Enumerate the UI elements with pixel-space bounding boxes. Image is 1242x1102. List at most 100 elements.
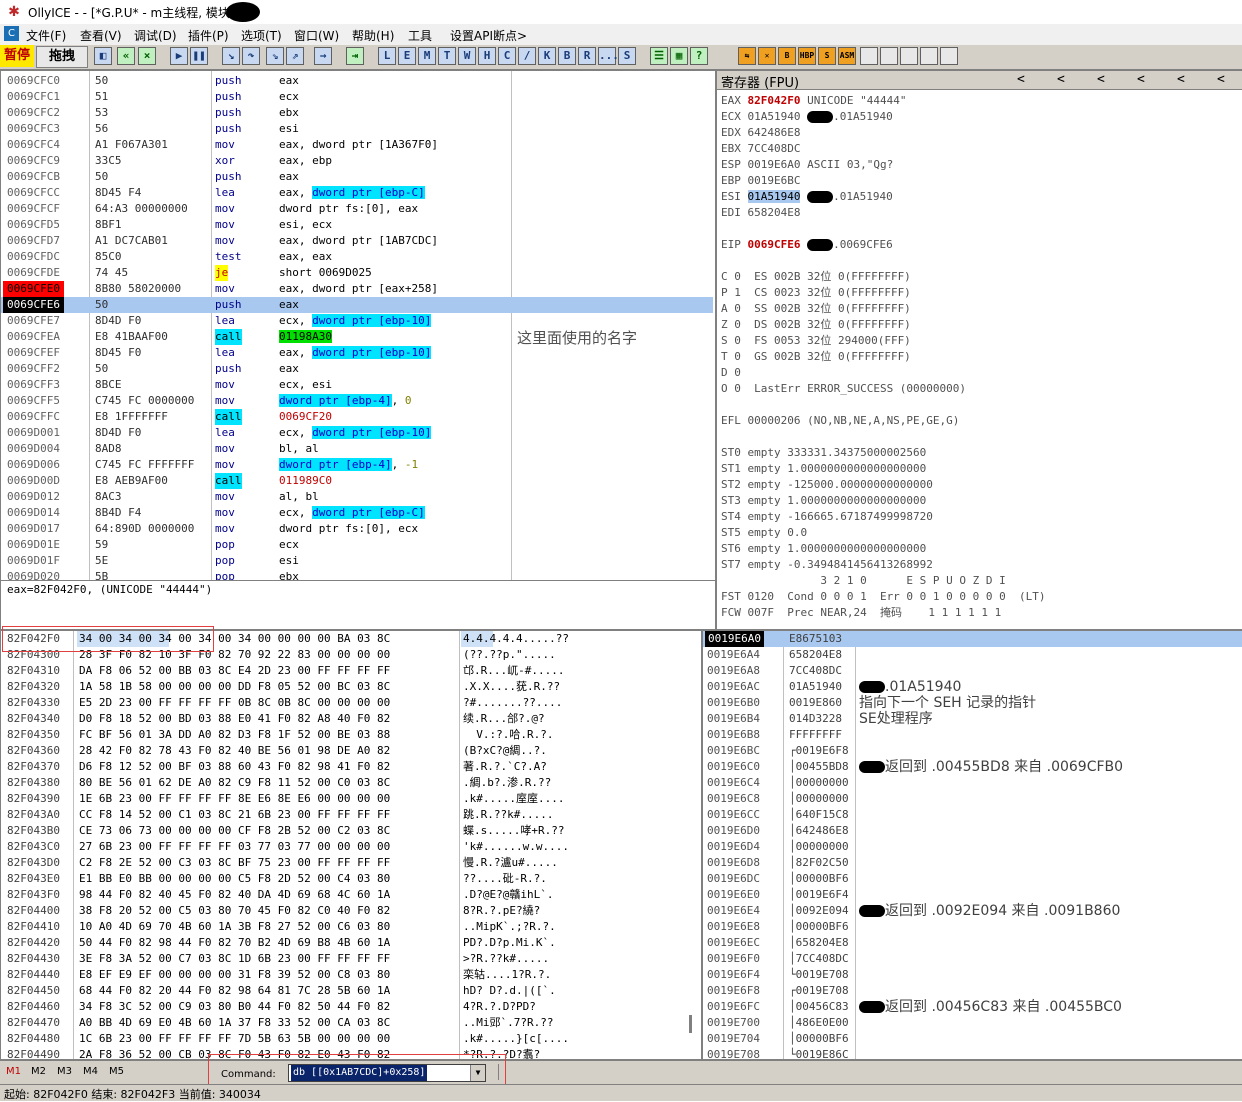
- dump-hex[interactable]: 68 44 F0 82 20 44 F0 82 98 64 81 7C 28 5…: [79, 983, 390, 999]
- dump-row[interactable]: 82F04360 28 42 F0 82 78 43 F0 82 40 BE 56…: [1, 743, 687, 759]
- disasm-address[interactable]: 0069D014: [7, 505, 60, 521]
- pause-icon[interactable]: ❚❚: [190, 47, 208, 65]
- dump-address[interactable]: 82F043D0: [7, 855, 60, 871]
- dump-row[interactable]: 82F04380 80 BE 56 01 62 DE A0 82 C9 F8 11…: [1, 775, 687, 791]
- dump-address[interactable]: 82F04440: [7, 967, 60, 983]
- stack-address[interactable]: 0019E6D0: [707, 823, 760, 839]
- dump-ascii[interactable]: .k#.....庢庢....: [463, 791, 564, 807]
- disasm-row[interactable]: 0069CFD7 A1 DC7CAB01 mov eax, dword ptr [1A…: [1, 233, 713, 249]
- stack-address[interactable]: 0019E6B8: [707, 727, 760, 743]
- stack-row[interactable]: 0019E6C4 │00000000: [703, 775, 1242, 791]
- menu-window[interactable]: 窗口(W): [294, 27, 339, 44]
- disasm-address[interactable]: 0069CFE7: [7, 313, 60, 329]
- stack-address[interactable]: 0019E6A0: [705, 631, 764, 647]
- asm-icon[interactable]: ASM: [838, 47, 856, 65]
- disasm-address[interactable]: 0069CFF3: [7, 377, 60, 393]
- disasm-row[interactable]: 0069CFDE 74 45 je short 0069D025: [1, 265, 713, 281]
- dump-row[interactable]: 82F04410 10 A0 4D 69 70 4B 60 1A 3B F8 27…: [1, 919, 687, 935]
- trace-over-icon[interactable]: ⇗: [286, 47, 304, 65]
- disasm-row[interactable]: 0069D012 8AC3 mov al, bl: [1, 489, 713, 505]
- register-line[interactable]: EFL 00000206 (NO,NB,NE,A,NS,PE,GE,G): [721, 413, 959, 429]
- dump-address[interactable]: 82F04350: [7, 727, 60, 743]
- dump-address[interactable]: 82F043B0: [7, 823, 60, 839]
- stack-value[interactable]: │658204E8: [789, 935, 849, 951]
- execute-till-return-icon[interactable]: →: [314, 47, 332, 65]
- register-line[interactable]: C 0 ES 002B 32位 0(FFFFFFFF): [721, 269, 911, 285]
- dump-address[interactable]: 82F04330: [7, 695, 60, 711]
- dump-ascii[interactable]: (B?xC?@綢..?.: [463, 743, 547, 759]
- stack-address[interactable]: 0019E6BC: [707, 743, 760, 759]
- stack-address[interactable]: 0019E6F8: [707, 983, 760, 999]
- empty-tool-5[interactable]: [940, 47, 958, 65]
- stack-value[interactable]: │00456C83: [789, 999, 849, 1015]
- dump-ascii[interactable]: 跳.R.??k#.....: [463, 807, 553, 823]
- empty-tool-2[interactable]: [880, 47, 898, 65]
- dump-row[interactable]: 82F04480 1C 6B 23 00 FF FF FF FF 7D 5B 63…: [1, 1031, 687, 1047]
- stack-row[interactable]: 0019E6B0 0019E860 指向下一个 SEH 记录的指针: [703, 695, 1242, 711]
- dump-row[interactable]: 82F04440 E8 EF E9 EF 00 00 00 00 31 F8 39…: [1, 967, 687, 983]
- stack-value[interactable]: │640F15C8: [789, 807, 849, 823]
- dump-address[interactable]: 82F043A0: [7, 807, 60, 823]
- register-line[interactable]: ST6 empty 1.0000000000000000000: [721, 541, 926, 557]
- register-line[interactable]: ST7 empty -0.3494841456413268992: [721, 557, 933, 573]
- mdi-window-icon[interactable]: C: [4, 26, 19, 41]
- stack-value[interactable]: │82F02C50: [789, 855, 849, 871]
- stack-row[interactable]: 0019E6A4 658204E8: [703, 647, 1242, 663]
- register-line[interactable]: P 1 CS 0023 32位 0(FFFFFFFF): [721, 285, 911, 301]
- disasm-row[interactable]: 0069CFD5 8BF1 mov esi, ecx: [1, 217, 713, 233]
- tb-L[interactable]: L: [378, 47, 396, 65]
- dump-ascii[interactable]: hD? D?.d.|([`.: [463, 983, 556, 999]
- disasm-address[interactable]: 0069CFCB: [7, 169, 60, 185]
- disasm-address[interactable]: 0069CFC9: [7, 153, 60, 169]
- disasm-address[interactable]: 0069D004: [7, 441, 60, 457]
- menu-plugins[interactable]: 插件(P): [188, 27, 229, 44]
- dump-ascii[interactable]: ..Mi郖`.7?R.??: [463, 1015, 553, 1031]
- stack-value[interactable]: ┌0019E6F8: [789, 743, 849, 759]
- register-line[interactable]: FCW 007F Prec NEAR,24 掩码 1 1 1 1 1 1: [721, 605, 1001, 621]
- stack-address[interactable]: 0019E700: [707, 1015, 760, 1031]
- stack-value[interactable]: 0019E860: [789, 695, 842, 711]
- disasm-address[interactable]: 0069CFDC: [7, 249, 60, 265]
- disasm-address[interactable]: 0069CFE0: [3, 281, 64, 297]
- stack-row[interactable]: 0019E6A8 7CC408DC: [703, 663, 1242, 679]
- dump-row[interactable]: 82F04370 D6 F8 12 52 00 BF 03 88 60 43 F0…: [1, 759, 687, 775]
- stack-row[interactable]: 0019E6C8 │00000000: [703, 791, 1242, 807]
- stack-row[interactable]: 0019E6F4 └0019E708: [703, 967, 1242, 983]
- stack-row[interactable]: 0019E6FC │00456C83 返回到 .00456C83 来自 .00455…: [703, 999, 1242, 1015]
- disasm-address[interactable]: 0069CFF5: [7, 393, 60, 409]
- register-line[interactable]: ST1 empty 1.0000000000000000000: [721, 461, 926, 477]
- stack-value[interactable]: │0019E6F4: [789, 887, 849, 903]
- disasm-row[interactable]: 0069CFE0 8B80 58020000 mov eax, dword ptr […: [1, 281, 713, 297]
- dump-row[interactable]: 82F04310 DA F8 06 52 00 BB 03 8C E4 2D 23…: [1, 663, 687, 679]
- disasm-row[interactable]: 0069CFFC E8 1FFFFFFF call 0069CF20: [1, 409, 713, 425]
- register-value[interactable]: 0069CFE6: [748, 238, 801, 251]
- disasm-address[interactable]: 0069CFCF: [7, 201, 60, 217]
- dump-ascii[interactable]: 栾轱....1?R.?.: [463, 967, 551, 983]
- stack-value[interactable]: 658204E8: [789, 647, 842, 663]
- grid-icon[interactable]: ▦: [670, 47, 688, 65]
- dump-address[interactable]: 82F04310: [7, 663, 60, 679]
- dump-ascii[interactable]: ?#.......??....: [463, 695, 562, 711]
- chevron-left-icon[interactable]: <: [1017, 72, 1025, 87]
- step-over-icon[interactable]: ↷: [242, 47, 260, 65]
- stack-value[interactable]: │00000BF6: [789, 919, 849, 935]
- dump-address[interactable]: 82F04480: [7, 1031, 60, 1047]
- disasm-address[interactable]: 0069CFCC: [7, 185, 60, 201]
- stack-address[interactable]: 0019E6E4: [707, 903, 760, 919]
- dump-ascii[interactable]: 4?R.?.D?PD?: [463, 999, 536, 1015]
- stack-address[interactable]: 0019E6C4: [707, 775, 760, 791]
- tb-slash[interactable]: /: [518, 47, 536, 65]
- disasm-address[interactable]: 0069CFD7: [7, 233, 60, 249]
- dump-row[interactable]: 82F04400 38 F8 20 52 00 C5 03 80 70 45 F0…: [1, 903, 687, 919]
- stack-address[interactable]: 0019E6CC: [707, 807, 760, 823]
- disasm-row[interactable]: 0069CFCF 64:A3 00000000 mov dword ptr fs:[0…: [1, 201, 713, 217]
- stack-address[interactable]: 0019E6F4: [707, 967, 760, 983]
- disasm-row[interactable]: 0069D004 8AD8 mov bl, al: [1, 441, 713, 457]
- stack-row[interactable]: 0019E6BC ┌0019E6F8: [703, 743, 1242, 759]
- dump-ascii[interactable]: .X.X....莸.R.??: [463, 679, 560, 695]
- dump-row[interactable]: 82F04420 50 44 F0 82 98 44 F0 82 70 B2 4D…: [1, 935, 687, 951]
- dump-ascii[interactable]: ??....砒-R.?.: [463, 871, 547, 887]
- stack-row[interactable]: 0019E6E8 │00000BF6: [703, 919, 1242, 935]
- dump-hex[interactable]: C2 F8 2E 52 00 C3 03 8C BF 75 23 00 FF F…: [79, 855, 390, 871]
- stack-row[interactable]: 0019E700 │486E0E00: [703, 1015, 1242, 1031]
